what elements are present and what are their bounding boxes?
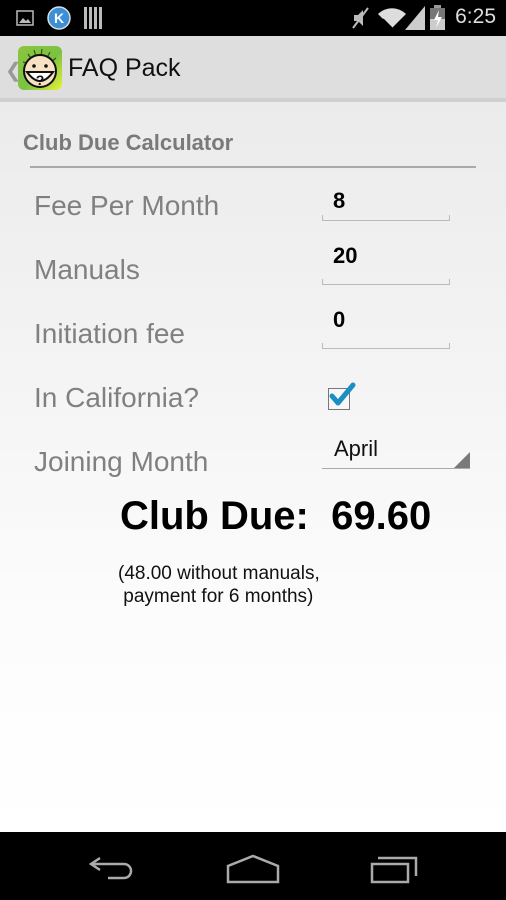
manuals-input[interactable] [322, 264, 450, 285]
recents-icon[interactable] [370, 856, 420, 884]
checkmark-icon [329, 382, 356, 406]
mute-icon [352, 7, 369, 29]
manuals-label: Manuals [34, 254, 140, 285]
california-label: In California? [34, 382, 199, 413]
fee-per-month-label: Fee Per Month [34, 190, 220, 221]
faq-face-logo-icon: ? [22, 48, 57, 88]
note-line-2: payment for 6 months) [118, 586, 314, 607]
joining-month-value: April [334, 436, 379, 461]
california-checkbox[interactable] [328, 382, 356, 410]
club-due-value: 69.60 [331, 494, 432, 538]
svg-text:?: ? [36, 72, 45, 88]
joining-month-spinner[interactable]: April [322, 434, 470, 469]
fee-per-month-input[interactable] [322, 200, 450, 221]
barcode-notification-icon [84, 7, 102, 29]
joining-month-label: Joining Month [34, 446, 209, 477]
section-title: Club Due Calculator [23, 130, 234, 155]
section-divider [30, 166, 476, 168]
club-due-label: Club Due: [120, 494, 309, 538]
k-app-notification-icon: K [47, 6, 71, 30]
dropdown-triangle-icon [454, 452, 470, 468]
note-line-1: (48.00 without manuals, [118, 563, 320, 584]
initiation-fee-input[interactable] [322, 328, 450, 349]
club-due-note: (48.00 without manuals, payment for 6 mo… [118, 562, 320, 608]
status-time: 6:25 [455, 5, 496, 28]
back-icon[interactable] [88, 854, 136, 882]
signal-icon [405, 6, 425, 30]
calculator-content: Club Due Calculator Fee Per Month 8 Manu… [0, 102, 506, 832]
status-bar: K 6:25 [0, 0, 506, 36]
app-title: FAQ Pack [68, 54, 181, 82]
action-bar: ❮ ? FAQ Pack [0, 36, 506, 102]
home-icon[interactable] [226, 854, 280, 884]
app-icon[interactable]: ? [18, 46, 62, 90]
navigation-bar [0, 832, 506, 900]
wifi-icon [378, 8, 406, 28]
svg-text:K: K [54, 10, 64, 26]
battery-charging-icon [430, 5, 445, 30]
initiation-fee-label: Initiation fee [34, 318, 185, 349]
club-due-result: Club Due: 69.60 [120, 494, 431, 539]
gallery-notification-icon [16, 10, 34, 26]
